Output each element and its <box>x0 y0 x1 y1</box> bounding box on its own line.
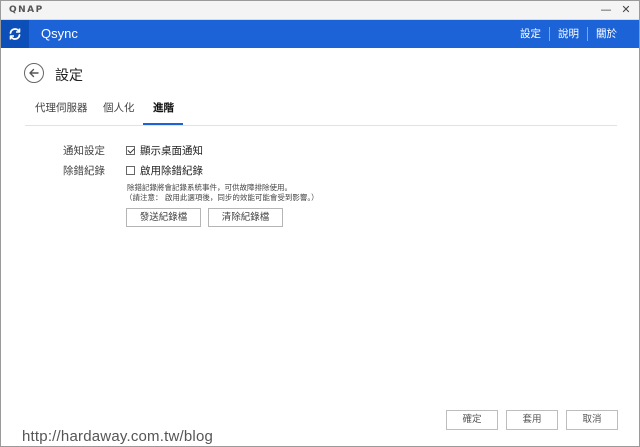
title-bar: QNAP — ✕ <box>1 1 639 20</box>
tab-advanced[interactable]: 進階 <box>153 100 174 115</box>
header-links: 設定 說明 關於 <box>512 27 625 41</box>
debug-log-checkbox[interactable] <box>126 166 135 175</box>
sync-icon[interactable] <box>1 20 29 48</box>
header-link-settings[interactable]: 設定 <box>512 27 549 41</box>
ok-button[interactable]: 確定 <box>446 410 498 430</box>
debug-log-label: 除錯紀錄 <box>63 165 105 177</box>
tab-proxy[interactable]: 代理伺服器 <box>35 100 88 115</box>
desktop-notify-checkbox[interactable] <box>126 146 135 155</box>
tab-personalize[interactable]: 個人化 <box>103 100 135 115</box>
app-name: Qsync <box>41 26 78 41</box>
back-button[interactable] <box>24 63 44 83</box>
notify-setting-label: 通知設定 <box>63 145 105 157</box>
qnap-logo: QNAP <box>9 5 44 15</box>
close-button[interactable]: ✕ <box>617 2 635 18</box>
tabs-divider <box>25 125 617 126</box>
page-title: 設定 <box>55 68 83 84</box>
qsync-window: QNAP — ✕ Qsync 設定 說明 關於 設定 代理伺服器 個人化 進階 … <box>0 0 640 447</box>
desktop-notify-label[interactable]: 顯示桌面通知 <box>140 143 203 158</box>
clear-log-button[interactable]: 清除紀錄檔 <box>208 208 283 227</box>
watermark-url: http://hardaway.com.tw/blog <box>22 428 214 445</box>
app-header: Qsync 設定 說明 關於 <box>1 20 639 48</box>
debug-log-warning: （請注意： 啟用此選項後，同步的效能可能會受到影響。） <box>125 193 319 202</box>
debug-log-option-label[interactable]: 啟用除錯紀錄 <box>140 163 203 178</box>
arrow-left-icon <box>29 68 39 78</box>
header-link-about[interactable]: 關於 <box>588 27 625 41</box>
minimize-button[interactable]: — <box>597 2 615 18</box>
cancel-button[interactable]: 取消 <box>566 410 618 430</box>
send-log-button[interactable]: 發送紀錄檔 <box>126 208 201 227</box>
header-link-help[interactable]: 說明 <box>550 27 587 41</box>
apply-button[interactable]: 套用 <box>506 410 558 430</box>
